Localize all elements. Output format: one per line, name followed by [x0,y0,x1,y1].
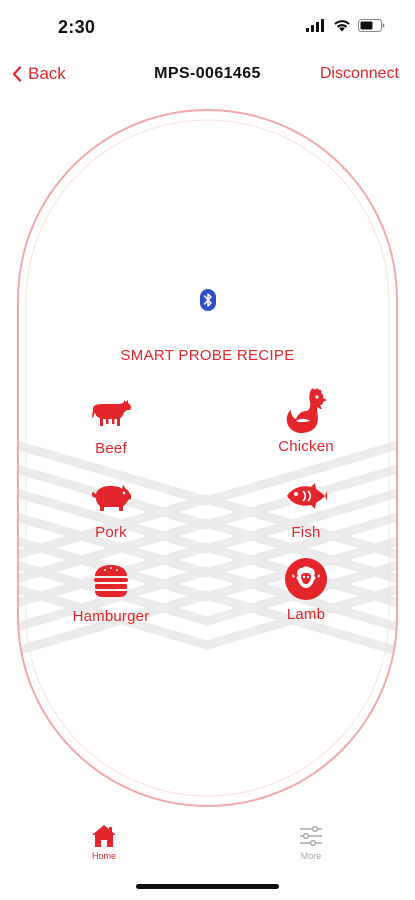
rooster-icon [276,388,336,434]
bluetooth-icon [200,289,216,311]
tab-home[interactable]: Home [74,824,134,861]
pig-icon [81,474,141,520]
recipe-lamb[interactable]: Lamb [246,556,366,623]
fish-icon [276,474,336,520]
recipe-pork-label: Pork [95,524,127,541]
smart-probe-recipe-title: SMART PROBE RECIPE [120,347,295,364]
app-screen: 2:30 Back MPS-0061465 Disconnect SMART P… [0,0,415,900]
tab-bar: Home More [0,820,415,870]
tab-more-label: More [300,851,322,861]
recipe-hamburger-label: Hamburger [72,608,150,625]
home-icon [92,825,116,847]
recipe-fish[interactable]: Fish [246,474,366,541]
tab-home-label: Home [91,851,116,861]
recipe-chicken[interactable]: Chicken [246,388,366,455]
recipe-lamb-label: Lamb [286,606,326,623]
recipe-beef-label: Beef [95,440,127,457]
tab-more[interactable]: More [281,824,341,861]
recipe-beef[interactable]: Beef [51,390,171,457]
cow-icon [81,390,141,436]
recipe-chicken-label: Chicken [278,438,334,455]
recipe-fish-label: Fish [291,524,321,541]
sliders-icon [300,825,322,847]
home-indicator[interactable] [136,884,279,889]
sheep-icon [276,556,336,602]
recipe-pork[interactable]: Pork [51,474,171,541]
hamburger-icon [81,558,141,604]
recipe-hamburger[interactable]: Hamburger [51,558,171,625]
